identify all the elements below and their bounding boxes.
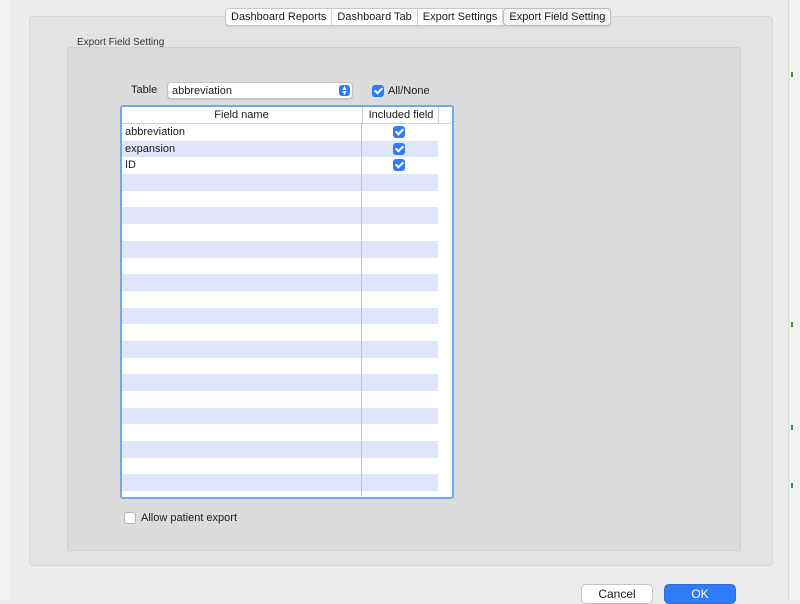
list-right-strip (438, 124, 452, 496)
empty-row (122, 358, 438, 375)
table-select[interactable]: abbreviation ▲ ▼ (167, 82, 353, 99)
all-none-checkbox[interactable] (372, 85, 384, 97)
tab-export-field-setting[interactable]: Export Field Setting (503, 8, 612, 26)
included-field-checkbox[interactable] (393, 159, 405, 172)
field-list[interactable]: Field name Included field abbreviation e… (120, 105, 454, 499)
ok-button[interactable]: OK (664, 584, 736, 604)
empty-row (122, 407, 438, 425)
tab-dashboard-tab[interactable]: Dashboard Tab (332, 9, 418, 25)
empty-row (122, 207, 438, 225)
field-name-cell: expansion (125, 142, 176, 155)
column-divider (361, 124, 362, 496)
field-list-rows: abbreviation expansion ID (122, 124, 438, 492)
empty-row (122, 258, 438, 275)
empty-row (122, 441, 438, 458)
empty-row (122, 391, 438, 408)
empty-row (122, 307, 438, 325)
empty-row (122, 191, 438, 208)
group-title: Export Field Setting (77, 37, 165, 48)
edge-marker (791, 322, 793, 327)
field-name-cell: ID (125, 159, 136, 172)
tab-dashboard-reports[interactable]: Dashboard Reports (226, 9, 333, 25)
empty-row (122, 174, 438, 191)
column-header-field-name[interactable]: Field name (122, 107, 361, 123)
table-label: Table (131, 84, 158, 96)
edge-marker (791, 425, 793, 430)
right-window-edge (788, 0, 800, 600)
table-row[interactable]: ID (122, 157, 438, 174)
edge-marker (791, 483, 793, 488)
empty-row (122, 340, 438, 358)
edge-marker (791, 72, 793, 77)
field-name-cell: abbreviation (125, 126, 185, 138)
column-header-included-field[interactable]: Included field (362, 107, 439, 123)
updown-chevron-icon: ▲ ▼ (339, 85, 350, 97)
included-field-checkbox[interactable] (393, 126, 405, 138)
allow-patient-export-checkbox[interactable] (124, 512, 136, 524)
empty-row (122, 224, 438, 241)
empty-row (122, 240, 438, 258)
included-field-checkbox[interactable] (393, 142, 405, 155)
all-none-label: All/None (388, 85, 430, 97)
column-header-spacer (438, 107, 452, 123)
table-row[interactable]: expansion (122, 140, 438, 158)
empty-row (122, 291, 438, 308)
empty-row (122, 324, 438, 341)
empty-row (122, 374, 438, 391)
empty-row (122, 424, 438, 441)
allow-patient-export-label: Allow patient export (141, 512, 237, 524)
tab-bar: Dashboard Reports Dashboard Tab Export S… (225, 8, 612, 26)
table-select-value: abbreviation (172, 85, 232, 97)
cancel-button[interactable]: Cancel (581, 584, 653, 604)
field-list-header: Field name Included field (122, 107, 452, 124)
tab-export-settings[interactable]: Export Settings (418, 9, 504, 25)
empty-row (122, 458, 438, 475)
table-row[interactable]: abbreviation (122, 124, 438, 141)
empty-row (122, 474, 438, 492)
empty-row (122, 274, 438, 291)
